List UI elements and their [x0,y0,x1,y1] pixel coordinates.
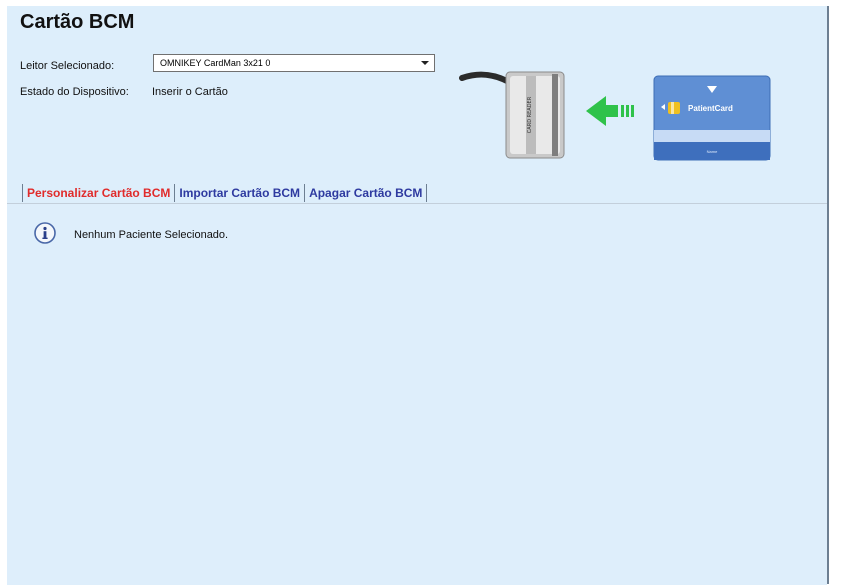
message-text: Nenhum Paciente Selecionado. [74,229,229,241]
patient-card-icon: PatientCard Name [653,75,771,161]
message-row: Nenhum Paciente Selecionado. [34,222,228,249]
insert-arrow-icon [586,96,634,126]
reader-label: Leitor Selecionado: [20,60,115,72]
tab-strip: Personalizar Cartão BCM Importar Cartão B… [22,184,428,204]
page-title: Cartão BCM [20,11,135,33]
reader-cable [459,71,512,85]
bcm-card-panel: Cartão BCM Leitor Selecionado: OMNIKEY C… [7,6,829,585]
tab-import[interactable]: Importar Cartão BCM [175,184,306,202]
device-status-value: Inserir o Cartão [152,86,228,98]
card-brand-text: PatientCard [688,104,733,113]
tab-personalize[interactable]: Personalizar Cartão BCM [22,184,176,202]
insert-card-illustration: CARD READER PatientCard Name [459,71,771,161]
card-footer-text: Name [707,149,718,154]
tab-delete[interactable]: Apagar Cartão BCM [305,184,428,202]
tab-content: Nenhum Paciente Selecionado. [7,203,827,585]
device-status-label: Estado do Dispositivo: [20,86,129,98]
chevron-down-icon[interactable] [421,61,429,65]
info-icon [34,222,56,244]
card-reader-icon: CARD READER [505,71,565,159]
reader-select-value: OMNIKEY CardMan 3x21 0 [160,58,271,68]
reader-text: CARD READER [527,96,533,133]
reader-select[interactable]: OMNIKEY CardMan 3x21 0 [153,54,435,72]
